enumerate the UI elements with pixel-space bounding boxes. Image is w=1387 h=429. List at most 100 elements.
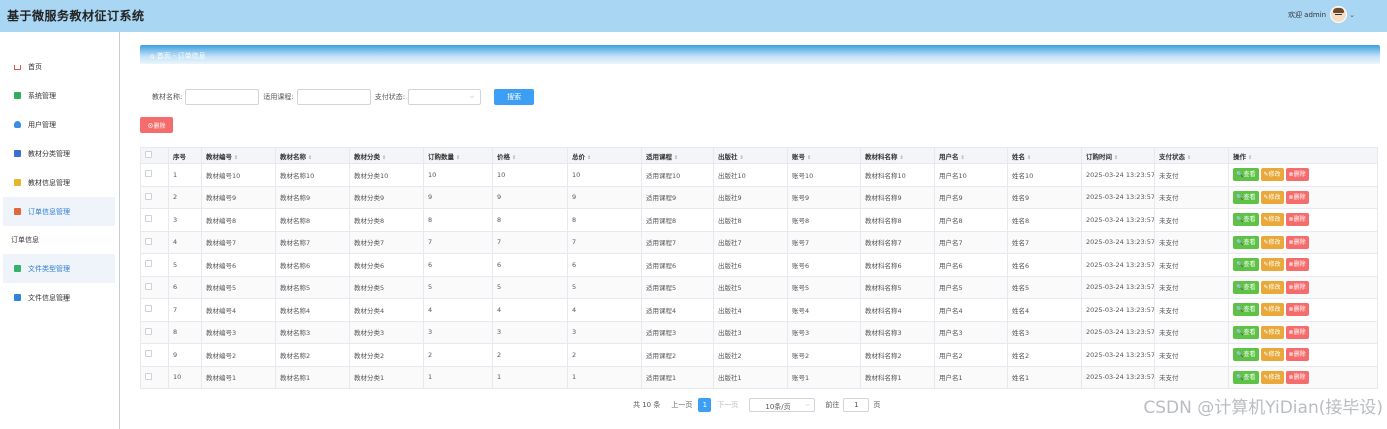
column-header[interactable]: 订购数量 ⇕ [423,147,493,164]
row-checkbox[interactable] [140,275,169,299]
sort-icon[interactable]: ⇕ [1187,155,1191,161]
prev-page-button[interactable]: 上一页 [671,400,692,410]
delete-button[interactable]: ⊗删除 [1285,168,1309,182]
column-header[interactable]: 价格 ⇕ [492,147,568,164]
sort-icon[interactable]: ⇕ [740,155,744,161]
column-header[interactable]: 教材科名称 ⇕ [860,147,935,164]
user-menu[interactable]: 欢迎 admin ⌄ [1288,6,1355,23]
checkbox-icon[interactable] [145,151,152,158]
sidebar-subitem-order-info[interactable]: 订单信息 [3,226,115,254]
checkbox-icon[interactable] [145,192,152,200]
goto-page-input[interactable]: 1 [843,398,870,412]
edit-button[interactable]: ✎修改 [1260,258,1284,272]
row-checkbox[interactable] [140,163,169,187]
delete-button[interactable]: ⊗删除 [1285,303,1309,317]
checkbox-icon[interactable] [145,327,152,335]
sidebar-item-users[interactable]: 用户管理 [3,110,115,139]
delete-button[interactable]: ⊗删除 [1285,370,1309,384]
view-button[interactable]: 🔍查看 [1233,190,1259,204]
edit-button[interactable]: ✎修改 [1260,325,1284,339]
page-size-select[interactable]: 10条/页 ⌵ [749,398,816,412]
row-checkbox[interactable] [140,208,169,232]
row-checkbox[interactable] [140,343,169,367]
edit-button[interactable]: ✎修改 [1260,303,1284,317]
edit-button[interactable]: ✎修改 [1260,280,1284,294]
sidebar-item-file-types[interactable]: 文件类型管理 [3,254,115,283]
checkbox-icon[interactable] [145,350,152,358]
row-checkbox[interactable] [140,298,169,322]
column-header[interactable]: 出版社 ⇕ [713,147,788,164]
sort-icon[interactable]: ⇕ [1114,155,1118,161]
column-header[interactable]: 账号 ⇕ [787,147,861,164]
sort-icon[interactable]: ⇕ [900,155,904,161]
column-header[interactable]: 用户名 ⇕ [934,147,1008,164]
sort-icon[interactable]: ⇕ [587,155,591,161]
view-button[interactable]: 🔍查看 [1233,370,1259,384]
checkbox-icon[interactable] [145,215,152,223]
avatar-icon[interactable] [1330,6,1348,23]
edit-button[interactable]: ✎修改 [1260,370,1284,384]
sort-icon[interactable]: ⇕ [807,155,811,161]
row-checkbox[interactable] [140,320,169,344]
sidebar-item-books[interactable]: 教材信息管理 [3,168,115,197]
sidebar-item-file-info[interactable]: 文件信息管理 [3,283,115,312]
delete-button[interactable]: ⊗删除 [1285,280,1309,294]
edit-button[interactable]: ✎修改 [1260,168,1284,182]
column-header[interactable]: 教材编号 ⇕ [201,147,276,164]
edit-button[interactable]: ✎修改 [1260,190,1284,204]
view-button[interactable]: 🔍查看 [1233,258,1259,272]
delete-button[interactable]: ⊗删除 [1285,190,1309,204]
delete-button[interactable]: ⊗删除 [1285,325,1309,339]
checkbox-icon[interactable] [145,260,152,268]
sidebar-item-category[interactable]: 教材分类管理 [3,139,115,168]
sort-icon[interactable]: ⇕ [674,155,678,161]
checkbox-icon[interactable] [145,305,152,313]
delete-button[interactable]: ⊗删除 [1285,348,1309,362]
delete-button[interactable]: ⊗删除 [1285,235,1309,249]
sort-icon[interactable]: ⇕ [512,155,516,161]
sort-icon[interactable]: ⇕ [382,155,386,161]
checkbox-icon[interactable] [145,170,152,178]
view-button[interactable]: 🔍查看 [1233,348,1259,362]
column-header[interactable]: 支付状态 ⇕ [1154,147,1229,164]
sort-icon[interactable]: ⇕ [308,155,312,161]
checkbox-icon[interactable] [145,372,152,380]
sort-icon[interactable]: ⇕ [1027,155,1031,161]
page-button-current[interactable]: 1 [698,398,712,412]
column-header[interactable]: 姓名 ⇕ [1007,147,1082,164]
view-button[interactable]: 🔍查看 [1233,213,1259,227]
sort-icon[interactable]: ⇕ [234,155,238,161]
sidebar-item-orders[interactable]: 订单信息管理 [3,197,115,226]
sort-icon[interactable]: ⇕ [961,155,965,161]
book-name-input[interactable] [185,89,260,105]
column-header[interactable]: 教材分类 ⇕ [349,147,424,164]
row-checkbox[interactable] [140,230,169,254]
column-header[interactable]: 操作 ⇕ [1228,147,1378,164]
search-button[interactable]: 搜索 [494,89,535,105]
view-button[interactable]: 🔍查看 [1233,325,1259,339]
row-checkbox[interactable] [140,185,169,209]
sidebar-item-home[interactable]: 首页 [3,52,115,81]
pay-status-select[interactable]: ⌵ [408,89,482,105]
breadcrumb-home[interactable]: 首页 [157,52,171,60]
view-button[interactable]: 🔍查看 [1233,280,1259,294]
edit-button[interactable]: ✎修改 [1260,235,1284,249]
course-input[interactable] [296,89,371,105]
view-button[interactable]: 🔍查看 [1233,168,1259,182]
delete-button[interactable]: ⊗删除 [1285,258,1309,272]
edit-button[interactable]: ✎修改 [1260,213,1284,227]
select-all-checkbox[interactable] [140,147,169,164]
sort-icon[interactable]: ⇕ [456,155,460,161]
edit-button[interactable]: ✎修改 [1260,348,1284,362]
column-header[interactable]: 教材名称 ⇕ [275,147,350,164]
checkbox-icon[interactable] [145,237,152,245]
batch-delete-button[interactable]: ⊗删除 [140,117,173,133]
next-page-button[interactable]: 下一页 [717,400,738,410]
row-checkbox[interactable] [140,253,169,277]
checkbox-icon[interactable] [145,282,152,290]
delete-button[interactable]: ⊗删除 [1285,213,1309,227]
row-checkbox[interactable] [140,365,169,389]
column-header[interactable]: 总价 ⇕ [567,147,642,164]
view-button[interactable]: 🔍查看 [1233,235,1259,249]
chevron-down-icon[interactable]: ⌄ [1349,11,1355,19]
